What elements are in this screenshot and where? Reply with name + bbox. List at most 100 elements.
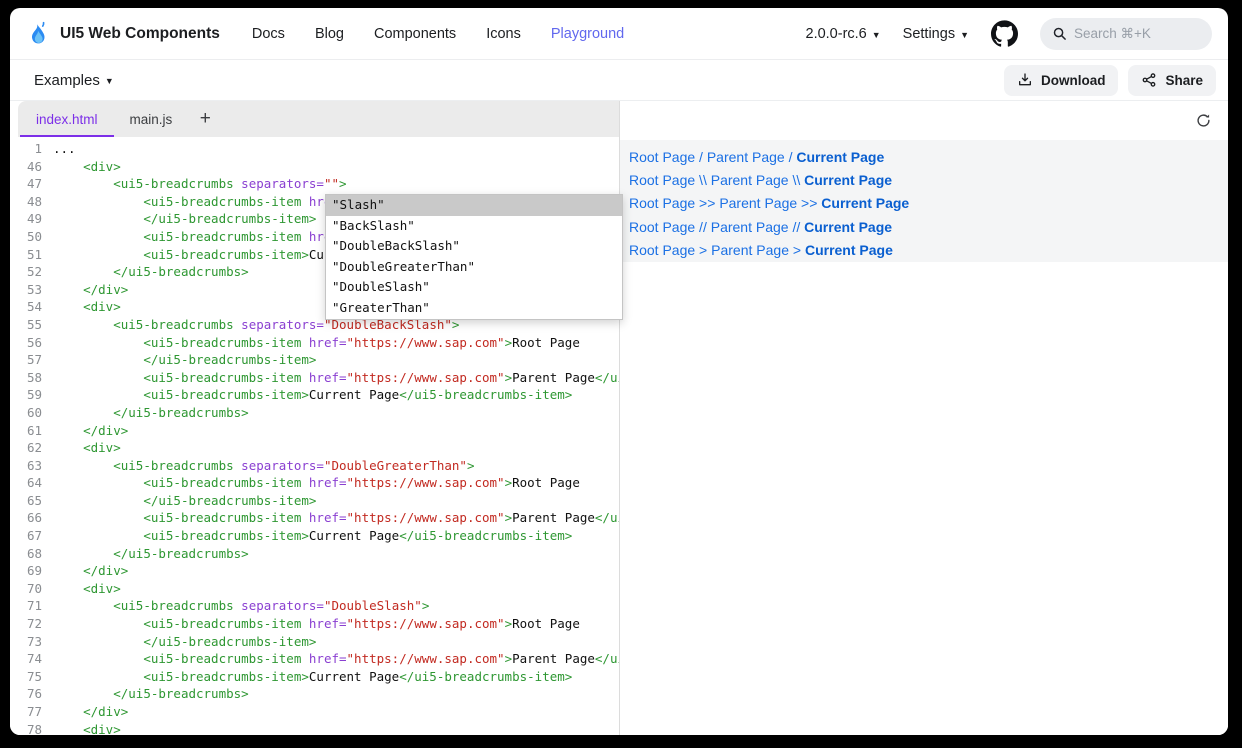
breadcrumb-link[interactable]: Root Page xyxy=(629,219,695,235)
breadcrumb-link[interactable]: Root Page xyxy=(629,242,695,258)
autocomplete-item[interactable]: "DoubleSlash" xyxy=(326,277,622,298)
download-icon xyxy=(1017,72,1033,88)
autocomplete-item[interactable]: "DoubleBackSlash" xyxy=(326,236,622,257)
breadcrumbs-preview: Root Page / Parent Page / Current PageRo… xyxy=(620,140,1228,262)
examples-dropdown[interactable]: Examples ▼ xyxy=(34,72,114,89)
code-line: 78 <div> xyxy=(10,721,619,735)
breadcrumb-separator: // xyxy=(789,219,805,235)
breadcrumb-link[interactable]: Root Page xyxy=(629,149,695,165)
line-number: 1 xyxy=(10,140,42,158)
line-number: 75 xyxy=(10,668,42,686)
line-number: 76 xyxy=(10,685,42,703)
autocomplete-item[interactable]: "BackSlash" xyxy=(326,216,622,237)
breadcrumb-separator: > xyxy=(695,242,711,258)
code-text: <div> xyxy=(53,580,121,598)
preview-pane: Root Page / Parent Page / Current PageRo… xyxy=(620,101,1228,735)
share-label: Share xyxy=(1165,73,1203,88)
download-label: Download xyxy=(1041,73,1106,88)
nav-link-icons[interactable]: Icons xyxy=(486,26,521,42)
code-line: 72 <ui5-breadcrumbs-item href="https://w… xyxy=(10,615,619,633)
search-icon xyxy=(1052,26,1067,41)
code-text: </div> xyxy=(53,422,128,440)
search-box[interactable] xyxy=(1040,18,1212,50)
refresh-icon xyxy=(1195,112,1212,129)
code-line: 62 <div> xyxy=(10,439,619,457)
line-number: 49 xyxy=(10,210,42,228)
breadcrumb-current: Current Page xyxy=(821,195,909,211)
github-link[interactable] xyxy=(991,20,1018,47)
code-text: </div> xyxy=(53,562,128,580)
nav-link-components[interactable]: Components xyxy=(374,26,456,42)
breadcrumb-current: Current Page xyxy=(804,219,892,235)
editor-tabbar: index.htmlmain.js+ xyxy=(18,101,619,137)
code-text: <div> xyxy=(53,158,121,176)
code-text: </div> xyxy=(53,703,128,721)
code-text: <ui5-breadcrumbs-item href="https://www.… xyxy=(53,369,619,387)
code-text: <ui5-breadcrumbs-item href="https://www.… xyxy=(53,615,580,633)
share-button[interactable]: Share xyxy=(1128,65,1216,96)
code-text: <ui5-breadcrumbs-item>Current Page</ui5-… xyxy=(53,386,572,404)
autocomplete-item[interactable]: "Slash" xyxy=(326,195,622,216)
breadcrumb-link[interactable]: Parent Page xyxy=(711,172,789,188)
line-number: 70 xyxy=(10,580,42,598)
code-text: <ui5-breadcrumbs-item href="https://www.… xyxy=(53,474,580,492)
version-dropdown[interactable]: 2.0.0-rc.6 ▼ xyxy=(806,26,881,42)
autocomplete-item[interactable]: "DoubleGreaterThan" xyxy=(326,257,622,278)
settings-dropdown[interactable]: Settings ▼ xyxy=(903,26,969,42)
code-line: 61 </div> xyxy=(10,422,619,440)
code-line: 76 </ui5-breadcrumbs> xyxy=(10,685,619,703)
line-number: 54 xyxy=(10,298,42,316)
code-text: </ui5-breadcrumbs> xyxy=(53,404,249,422)
github-icon xyxy=(991,20,1018,47)
line-number: 57 xyxy=(10,351,42,369)
toolbar-actions: Download Share xyxy=(1004,65,1216,96)
line-number: 53 xyxy=(10,281,42,299)
code-text: <ui5-breadcrumbs separators="DoubleSlash… xyxy=(53,597,429,615)
search-input[interactable] xyxy=(1074,26,1184,41)
code-line: 68 </ui5-breadcrumbs> xyxy=(10,545,619,563)
download-button[interactable]: Download xyxy=(1004,65,1119,96)
autocomplete-item[interactable]: "GreaterThan" xyxy=(326,298,622,319)
share-icon xyxy=(1141,72,1157,88)
code-text: <div> xyxy=(53,439,121,457)
tab-main-js[interactable]: main.js xyxy=(114,101,189,137)
code-line: 75 <ui5-breadcrumbs-item>Current Page</u… xyxy=(10,668,619,686)
chevron-down-icon: ▼ xyxy=(960,30,969,40)
header-right: 2.0.0-rc.6 ▼ Settings ▼ xyxy=(806,18,1213,50)
line-number: 77 xyxy=(10,703,42,721)
nav-link-blog[interactable]: Blog xyxy=(315,26,344,42)
breadcrumb-separator: >> xyxy=(695,195,719,211)
breadcrumb-link[interactable]: Parent Page xyxy=(707,149,785,165)
nav-link-docs[interactable]: Docs xyxy=(252,26,285,42)
line-number: 69 xyxy=(10,562,42,580)
breadcrumb-link[interactable]: Parent Page xyxy=(711,219,789,235)
code-line: 57 </ui5-breadcrumbs-item> xyxy=(10,351,619,369)
breadcrumb-link[interactable]: Parent Page xyxy=(719,195,797,211)
breadcrumb-link[interactable]: Root Page xyxy=(629,195,695,211)
breadcrumb-separator: // xyxy=(695,219,711,235)
brand[interactable]: UI5 Web Components xyxy=(24,20,220,47)
breadcrumb-row: Root Page \\ Parent Page \\ Current Page xyxy=(629,168,1228,191)
chevron-down-icon: ▼ xyxy=(105,76,114,86)
code-text: </ui5-breadcrumbs-item> xyxy=(53,492,316,510)
refresh-button[interactable] xyxy=(1195,112,1212,129)
code-line: 47 <ui5-breadcrumbs separators=""> xyxy=(10,175,619,193)
line-number: 47 xyxy=(10,175,42,193)
line-number: 48 xyxy=(10,193,42,211)
breadcrumb-link[interactable]: Parent Page xyxy=(711,242,789,258)
breadcrumb-link[interactable]: Root Page xyxy=(629,172,695,188)
line-number: 56 xyxy=(10,334,42,352)
line-number: 46 xyxy=(10,158,42,176)
line-number: 74 xyxy=(10,650,42,668)
code-line: 74 <ui5-breadcrumbs-item href="https://w… xyxy=(10,650,619,668)
code-line: 70 <div> xyxy=(10,580,619,598)
settings-label: Settings xyxy=(903,26,955,42)
tab-index-html[interactable]: index.html xyxy=(20,101,114,137)
nav-link-playground[interactable]: Playground xyxy=(551,26,624,42)
code-text: </ui5-breadcrumbs> xyxy=(53,685,249,703)
breadcrumb-separator: \\ xyxy=(789,172,805,188)
add-tab-button[interactable]: + xyxy=(188,101,222,137)
code-text: </div> xyxy=(53,281,128,299)
line-number: 55 xyxy=(10,316,42,334)
code-line: 66 <ui5-breadcrumbs-item href="https://w… xyxy=(10,509,619,527)
